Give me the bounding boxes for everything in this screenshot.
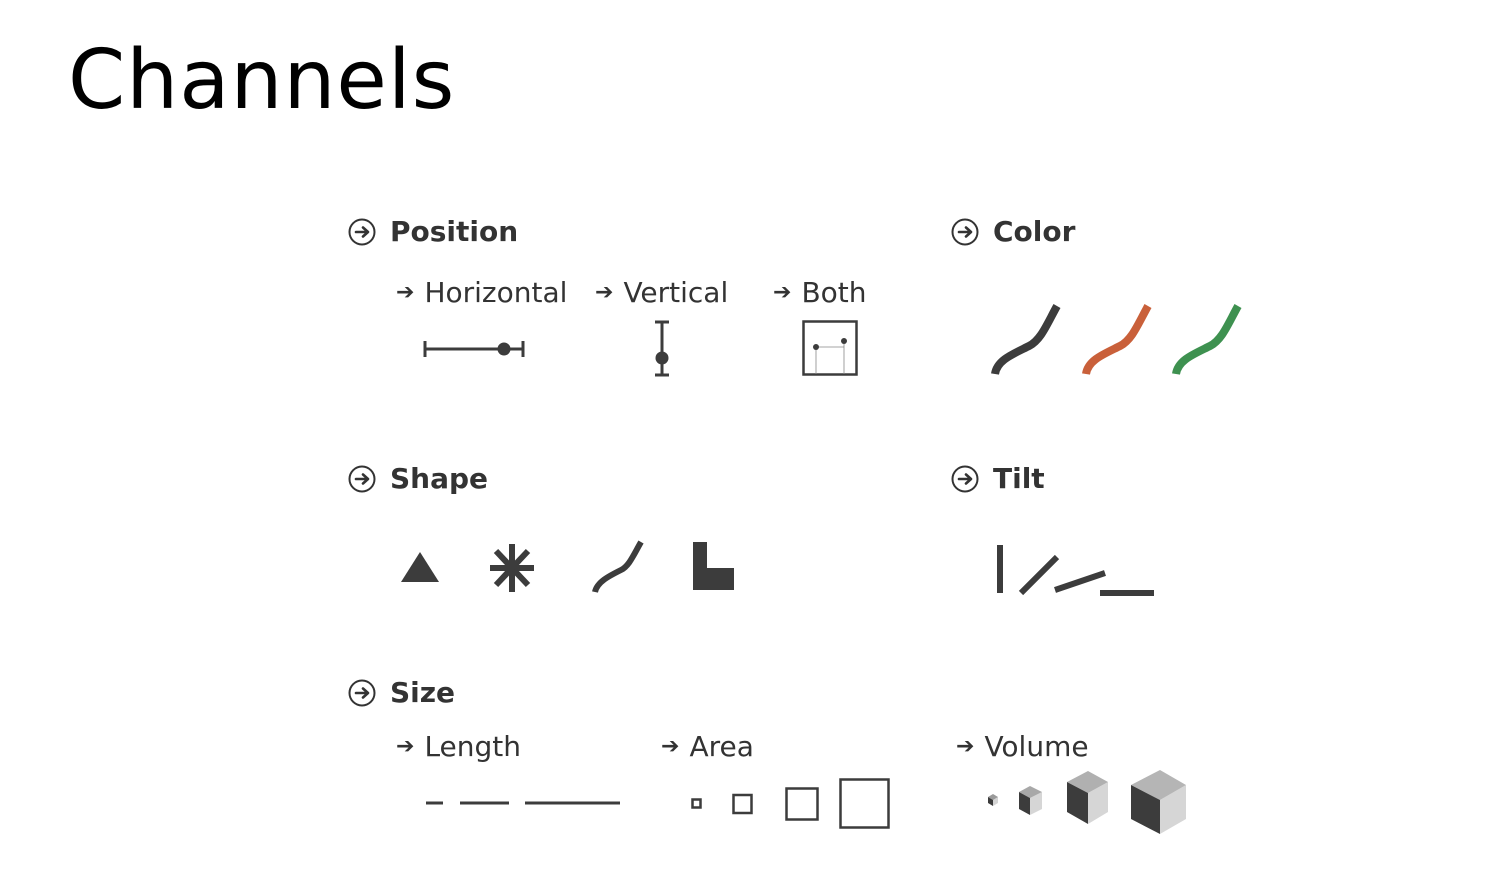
volume-large-cube (1131, 770, 1186, 834)
section-position-label: Position (390, 215, 519, 248)
color-stroke-orange (1082, 304, 1152, 376)
both-position-glyph (802, 320, 858, 376)
area-large (839, 778, 890, 829)
section-color-label: Color (993, 215, 1076, 248)
area-glyphs (691, 778, 890, 829)
arrow-icon: ➔ (956, 734, 975, 759)
sub-vertical-label: Vertical (623, 276, 729, 309)
sub-volume-label: Volume (984, 730, 1089, 763)
volume-medium-cube (1067, 771, 1108, 824)
sub-length-label: Length (424, 730, 522, 763)
sub-both: ➔ Both (773, 276, 867, 309)
section-size: Size (348, 676, 455, 709)
circle-arrow-icon (951, 218, 979, 246)
circle-arrow-icon (348, 679, 376, 707)
length-glyphs (426, 801, 620, 805)
volume-small-cube (1019, 786, 1042, 815)
section-tilt-label: Tilt (993, 462, 1045, 495)
color-strokes-glyph (991, 304, 1242, 376)
sub-volume: ➔ Volume (956, 730, 1089, 763)
l-shape-icon (693, 542, 734, 590)
arrow-icon: ➔ (595, 280, 614, 305)
sub-area-label: Area (689, 730, 754, 763)
area-medium (785, 787, 819, 821)
tilt-shallow-line (1054, 570, 1106, 593)
color-stroke-dark (991, 304, 1061, 376)
vertical-position-glyph (655, 320, 669, 377)
area-small (732, 793, 753, 815)
asterisk-shape-icon (490, 544, 534, 592)
section-shape: Shape (348, 462, 488, 495)
sub-area: ➔ Area (661, 730, 754, 763)
arrow-icon: ➔ (661, 734, 680, 759)
section-size-label: Size (390, 676, 456, 709)
horizontal-position-glyph (423, 341, 525, 357)
sub-horizontal: ➔ Horizontal (396, 276, 567, 309)
sub-horizontal-label: Horizontal (424, 276, 568, 309)
section-shape-label: Shape (390, 462, 489, 495)
tilt-glyphs (997, 545, 1154, 596)
circle-arrow-icon (951, 465, 979, 493)
page-title: Channels (68, 33, 456, 128)
arrow-icon: ➔ (773, 280, 792, 305)
sub-both-label: Both (801, 276, 867, 309)
sub-vertical: ➔ Vertical (595, 276, 728, 309)
section-color: Color (951, 215, 1075, 248)
color-stroke-green (1172, 304, 1242, 376)
triangle-shape-icon (401, 552, 439, 582)
circle-arrow-icon (348, 465, 376, 493)
circle-arrow-icon (348, 218, 376, 246)
tilt-diagonal-line (1018, 554, 1060, 596)
area-xsmall (691, 798, 702, 809)
section-position: Position (348, 215, 518, 248)
shape-glyphs (401, 540, 734, 593)
volume-tiny-cube (988, 794, 998, 806)
arrow-icon: ➔ (396, 280, 415, 305)
arrow-icon: ➔ (396, 734, 415, 759)
sub-length: ➔ Length (396, 730, 521, 763)
curve-shape-icon (592, 540, 644, 593)
section-tilt: Tilt (951, 462, 1045, 495)
volume-glyphs (988, 770, 1186, 834)
